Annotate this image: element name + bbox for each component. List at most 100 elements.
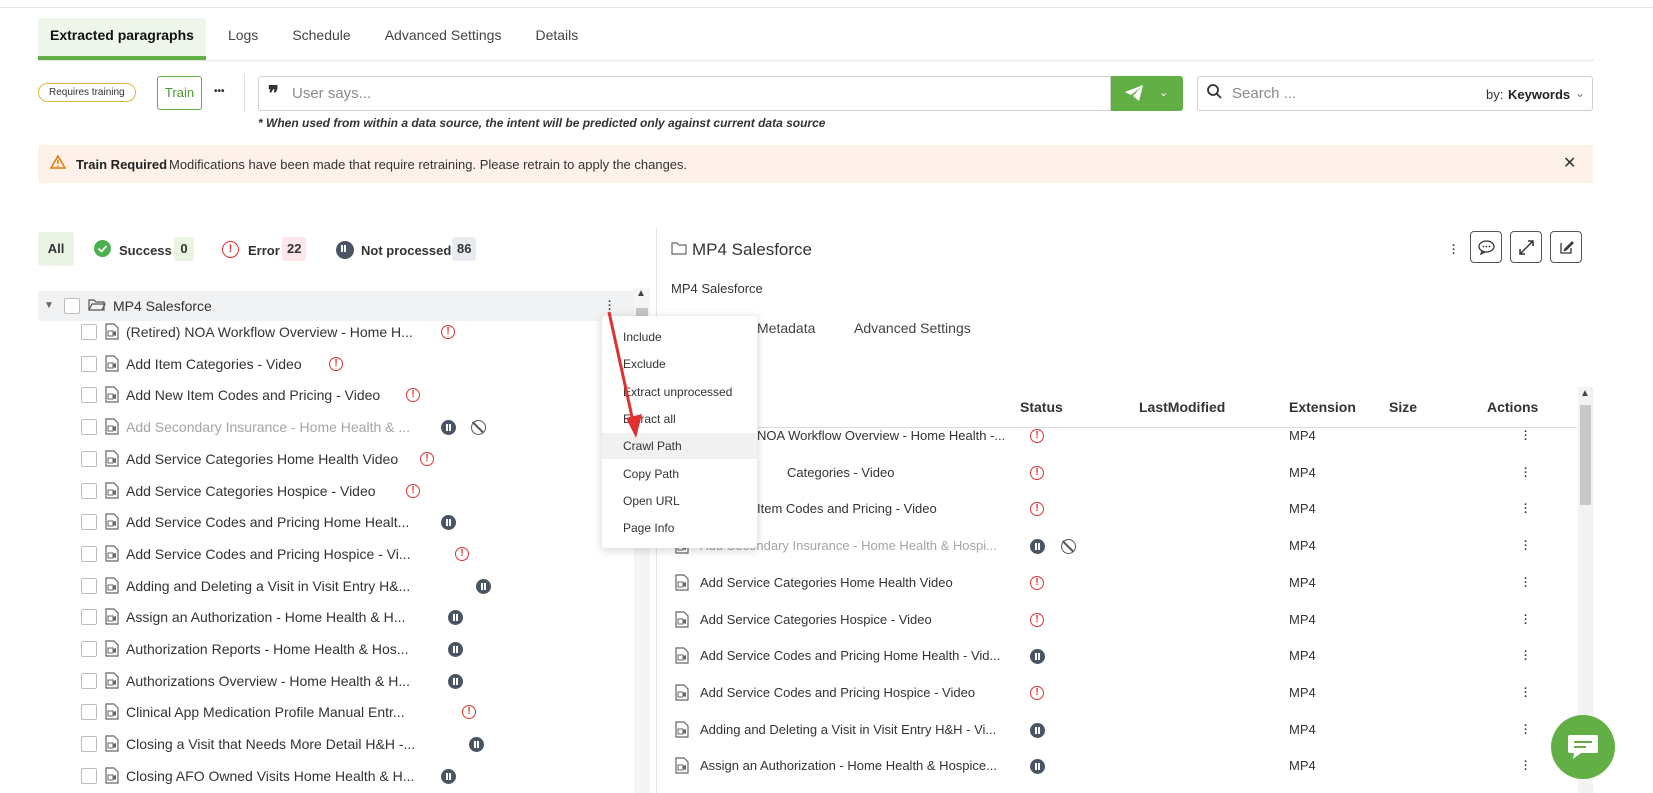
tree-row-label[interactable]: Add Service Codes and Pricing Hospice - …	[126, 546, 411, 562]
table-row-name[interactable]: Item Codes and Pricing - Video	[757, 501, 937, 516]
table-row-name[interactable]: Add Service Codes and Pricing Hospice - …	[700, 685, 975, 700]
search-by-select[interactable]: Keywords	[1508, 87, 1570, 102]
close-icon[interactable]: ✕	[1563, 153, 1576, 173]
row-actions-icon[interactable]: · · ·	[1524, 537, 1528, 556]
search-input[interactable]	[1232, 81, 1462, 106]
tree-row-checkbox[interactable]	[81, 324, 97, 340]
column-lastmodified[interactable]: LastModified	[1139, 399, 1225, 415]
chevron-down-icon[interactable]: ⌄	[1575, 86, 1585, 100]
menu-item-page-info[interactable]: Page Info	[602, 515, 757, 541]
tree-row-checkbox[interactable]	[81, 387, 97, 403]
tree-row-label[interactable]: Add New Item Codes and Pricing - Video	[126, 387, 380, 403]
tree-row-checkbox[interactable]	[81, 419, 97, 435]
tab-details[interactable]: Details	[523, 18, 590, 60]
table-row-name[interactable]: Add Service Categories Hospice - Video	[700, 612, 932, 627]
panel-kebab-icon[interactable]: · · ·	[1452, 241, 1456, 260]
row-actions-icon[interactable]: · · ·	[1524, 427, 1528, 446]
menu-item-open-url[interactable]: Open URL	[602, 488, 757, 514]
tree-row-label[interactable]: Clinical App Medication Profile Manual E…	[126, 704, 405, 720]
edit-button[interactable]	[1550, 231, 1582, 263]
tree-row-label[interactable]: Add Service Codes and Pricing Home Healt…	[126, 514, 409, 530]
row-actions-icon[interactable]: · · ·	[1524, 647, 1528, 666]
more-options-icon[interactable]: •••	[214, 84, 230, 106]
comments-button[interactable]	[1470, 231, 1502, 263]
success-count: 0	[174, 237, 194, 261]
scroll-up-icon[interactable]: ▲	[1580, 388, 1590, 399]
tree-row-checkbox[interactable]	[81, 736, 97, 752]
video-file-icon	[675, 757, 689, 774]
tree-row-checkbox[interactable]	[81, 609, 97, 625]
tree-row-checkbox[interactable]	[81, 768, 97, 784]
tree-row-label[interactable]: Add Service Categories Hospice - Video	[126, 483, 376, 499]
tree-row-checkbox[interactable]	[81, 451, 97, 467]
scroll-up-icon[interactable]: ▲	[636, 288, 646, 299]
tree-row-label[interactable]: Closing a Visit that Needs More Detail H…	[126, 736, 415, 752]
row-actions-icon[interactable]: · · ·	[1524, 500, 1528, 519]
row-actions-icon[interactable]: · · ·	[1524, 684, 1528, 703]
video-file-icon	[105, 355, 119, 372]
expand-button[interactable]	[1510, 231, 1542, 263]
tab-advanced-settings[interactable]: Advanced Settings	[373, 18, 514, 60]
column-size[interactable]: Size	[1389, 399, 1417, 415]
tree-row-checkbox[interactable]	[81, 578, 97, 594]
video-file-icon	[105, 513, 119, 530]
table-row-name[interactable]: NOA Workflow Overview - Home Health -...	[757, 428, 1005, 443]
row-actions-icon[interactable]: · · ·	[1524, 574, 1528, 593]
column-status[interactable]: Status	[1020, 399, 1063, 415]
chevron-down-icon[interactable]: ⌄	[1159, 86, 1168, 99]
tab-metadata[interactable]: Metadata	[757, 320, 815, 336]
chevron-down-icon[interactable]: ▼	[44, 300, 54, 311]
tree-row-label[interactable]: Add Secondary Insurance - Home Health & …	[126, 419, 410, 435]
table-row-name[interactable]: Add Service Categories Home Health Video	[700, 575, 953, 590]
tree-row-checkbox[interactable]	[81, 641, 97, 657]
video-file-icon	[105, 482, 119, 499]
edit-icon	[1560, 241, 1574, 254]
tab-logs[interactable]: Logs	[216, 18, 270, 60]
pause-icon	[476, 579, 491, 594]
tree-row-label[interactable]: Add Item Categories - Video	[126, 356, 302, 372]
filter-all[interactable]: All	[38, 232, 74, 266]
table-row-name[interactable]: Assign an Authorization - Home Health & …	[700, 758, 997, 773]
row-actions-icon[interactable]: · · ·	[1524, 721, 1528, 740]
tree-row-checkbox[interactable]	[81, 704, 97, 720]
tree-row-label[interactable]: Add Service Categories Home Health Video	[126, 451, 398, 467]
table-row-name[interactable]: Adding and Deleting a Visit in Visit Ent…	[700, 722, 996, 737]
tree-row-label[interactable]: Assign an Authorization - Home Health & …	[126, 609, 405, 625]
table-row-name[interactable]: Add Service Codes and Pricing Home Healt…	[700, 648, 1000, 663]
tab-extracted-paragraphs[interactable]: Extracted paragraphs	[38, 18, 206, 60]
chat-button[interactable]	[1551, 715, 1615, 779]
tree-row-checkbox[interactable]	[81, 514, 97, 530]
table-row-name[interactable]: Categories - Video	[787, 465, 894, 480]
tree-row-checkbox[interactable]	[81, 546, 97, 562]
row-actions-icon[interactable]: · · ·	[1524, 464, 1528, 483]
send-button[interactable]: ⌄	[1111, 76, 1183, 111]
tree-row-checkbox[interactable]	[81, 673, 97, 689]
tree-row-label[interactable]: Closing AFO Owned Visits Home Health & H…	[126, 768, 414, 784]
tree-row-checkbox[interactable]	[81, 356, 97, 372]
tree-row-label[interactable]: (Retired) NOA Workflow Overview - Home H…	[126, 324, 413, 340]
tab-schedule[interactable]: Schedule	[280, 18, 362, 60]
filter-error[interactable]: Error	[248, 243, 280, 258]
tree-row-label[interactable]: Adding and Deleting a Visit in Visit Ent…	[126, 578, 410, 594]
user-says-input[interactable]	[292, 80, 1092, 107]
video-file-icon	[105, 767, 119, 784]
pause-icon	[448, 674, 463, 689]
filter-success[interactable]: Success	[119, 243, 172, 258]
alert-title: Train Required	[76, 157, 168, 172]
tree-row-label[interactable]: Authorizations Overview - Home Health & …	[126, 673, 410, 689]
table-row-extension: MP4	[1289, 501, 1316, 516]
tree-row-label[interactable]: Authorization Reports - Home Health & Ho…	[126, 641, 408, 657]
menu-item-copy-path[interactable]: Copy Path	[602, 461, 757, 487]
column-extension[interactable]: Extension	[1289, 399, 1356, 415]
filter-not-processed[interactable]: Not processed	[361, 243, 451, 258]
video-file-icon	[105, 703, 119, 720]
row-actions-icon[interactable]: · · ·	[1524, 757, 1528, 776]
error-icon: !	[1030, 502, 1044, 516]
video-file-icon	[675, 574, 689, 591]
tree-row-checkbox[interactable]	[81, 483, 97, 499]
row-actions-icon[interactable]: · · ·	[1524, 611, 1528, 630]
quote-icon: ❞	[268, 81, 279, 105]
train-button[interactable]: Train	[157, 76, 202, 110]
folder-checkbox[interactable]	[64, 298, 80, 314]
tab-panel-advanced-settings[interactable]: Advanced Settings	[854, 320, 971, 336]
